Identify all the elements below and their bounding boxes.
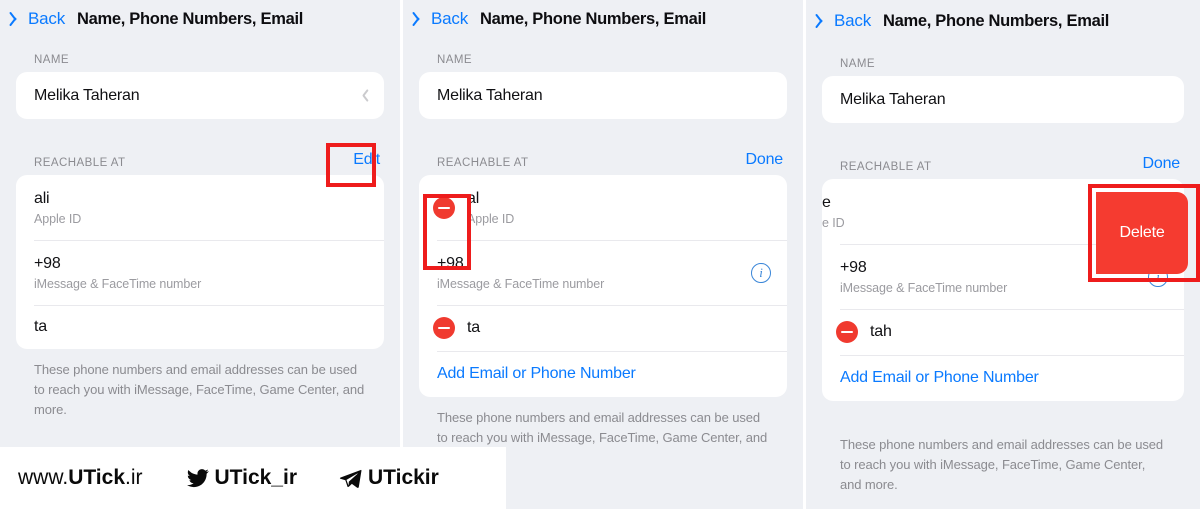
done-button[interactable]: Done [746, 151, 784, 169]
page-title: Name, Phone Numbers, Email [480, 9, 707, 28]
twitter-bird-icon [185, 467, 211, 489]
reachable-row-appleid[interactable]: al Apple ID [419, 175, 787, 240]
remove-minus-icon[interactable] [433, 317, 455, 339]
name-row[interactable]: Melika Taheran [822, 76, 1184, 123]
name-value: Melika Taheran [437, 86, 543, 104]
watermark-website-suffix: .ir [125, 466, 143, 489]
reachable-row-subtitle: iMessage & FaceTime number [34, 276, 202, 291]
name-row[interactable]: Melika Taheran [419, 72, 787, 119]
watermark-twitter: UTick_ir [185, 466, 298, 490]
reachable-row-email-content: ta [467, 318, 771, 337]
watermark-website-brand: UTick [68, 466, 125, 489]
info-icon[interactable]: i [751, 262, 771, 283]
reachable-section-label: REACHABLE AT [437, 157, 529, 169]
add-email-or-phone-row[interactable]: Add Email or Phone Number [822, 355, 1184, 401]
reachable-section-header: REACHABLE AT Done [403, 119, 803, 175]
screenshot-stage: Back Name, Phone Numbers, Email NAME Mel… [0, 0, 1200, 509]
reachable-row-phone-content: +98 iMessage & FaceTime number [437, 254, 751, 290]
back-button-label: Back [834, 11, 871, 30]
chevron-left-icon [818, 12, 829, 30]
back-button[interactable]: Back [818, 11, 871, 31]
back-button[interactable]: Back [12, 9, 65, 29]
remove-minus-icon[interactable] [836, 321, 858, 343]
name-section-label: NAME [840, 58, 876, 70]
reachable-row-subtitle: iMessage & FaceTime number [437, 276, 605, 291]
panel-step-1: Back Name, Phone Numbers, Email NAME Mel… [0, 0, 400, 509]
reachable-row-phone-content: +98 iMessage & FaceTime number [34, 254, 368, 290]
reachable-row-appleid-content: ali Apple ID [34, 189, 368, 225]
reachable-card: ali Apple ID +98 iMessage & FaceTime num… [16, 175, 384, 349]
watermark-telegram-handle: UTickir [368, 466, 439, 489]
navigation-bar: Back Name, Phone Numbers, Email [403, 0, 803, 38]
reachable-row-appleid[interactable]: ali Apple ID [16, 175, 384, 240]
name-row[interactable]: Melika Taheran [16, 72, 384, 119]
reachable-footnote: These phone numbers and email addresses … [34, 362, 365, 417]
name-row-content: Melika Taheran [34, 86, 359, 105]
reachable-row-title: ali [34, 190, 50, 208]
done-button[interactable]: Done [1143, 155, 1181, 173]
reachable-row-title: +98 [437, 255, 464, 273]
delete-button[interactable]: Delete [1096, 192, 1188, 274]
add-email-or-phone-label: Add Email or Phone Number [840, 369, 1039, 386]
reachable-row-phone[interactable]: +98 iMessage & FaceTime number [16, 240, 384, 305]
name-section-label: NAME [34, 54, 70, 66]
watermark-telegram: UTickir [337, 466, 439, 490]
name-section-header: NAME [0, 38, 400, 72]
navigation-bar: Back Name, Phone Numbers, Email [0, 0, 400, 38]
watermark-bar: www. UTick .ir UTick_ir UTickir [0, 447, 506, 509]
add-email-or-phone-row[interactable]: Add Email or Phone Number [419, 351, 787, 397]
remove-minus-icon[interactable] [433, 196, 455, 219]
back-button[interactable]: Back [415, 9, 468, 29]
reachable-row-title: ta [34, 318, 47, 336]
watermark-website-prefix: www. [18, 466, 69, 489]
panel-step-2: Back Name, Phone Numbers, Email NAME Mel… [403, 0, 803, 509]
page-title: Name, Phone Numbers, Email [883, 11, 1110, 30]
back-button-label: Back [28, 9, 65, 28]
name-card: Melika Taheran [419, 72, 787, 119]
reachable-section-label: REACHABLE AT [34, 157, 126, 169]
name-section-header: NAME [403, 38, 803, 72]
chevron-left-icon [415, 10, 426, 28]
add-email-or-phone-label: Add Email or Phone Number [437, 365, 636, 382]
reachable-row-subtitle: iMessage & FaceTime number [840, 280, 1008, 295]
chevron-left-icon [12, 10, 23, 28]
name-value: Melika Taheran [34, 86, 140, 104]
reachable-row-email[interactable]: tah [822, 309, 1184, 355]
navigation-bar: Back Name, Phone Numbers, Email [806, 0, 1200, 42]
name-row-content: Melika Taheran [437, 86, 771, 105]
panel-divider [400, 0, 403, 509]
reachable-row-title: +98 [34, 255, 61, 273]
reachable-card: al Apple ID +98 iMessage & FaceTime numb… [419, 175, 787, 397]
reachable-row-appleid-content: al Apple ID [467, 189, 771, 225]
reachable-row-subtitle: Apple ID [467, 211, 515, 226]
panel-step-3: Back Name, Phone Numbers, Email NAME Mel… [806, 0, 1200, 509]
reachable-row-title: ta [467, 319, 480, 337]
reachable-section-header: REACHABLE AT Edit [0, 119, 400, 175]
watermark-website: www. UTick .ir [18, 466, 143, 490]
watermark-twitter-handle: UTick_ir [214, 466, 298, 489]
reachable-footnote: These phone numbers and email addresses … [840, 437, 1163, 492]
reachable-row-email-content: ta [34, 317, 368, 336]
reachable-row-email[interactable]: ta [419, 305, 787, 351]
chevron-right-icon [359, 88, 368, 103]
telegram-plane-icon [337, 467, 364, 489]
reachable-section-label: REACHABLE AT [840, 161, 932, 173]
page-title: Name, Phone Numbers, Email [77, 9, 304, 28]
reachable-row-title: al [467, 190, 480, 208]
name-value: Melika Taheran [840, 90, 946, 108]
name-card: Melika Taheran [822, 76, 1184, 123]
reachable-row-title: tah [870, 323, 892, 341]
name-card: Melika Taheran [16, 72, 384, 119]
back-button-label: Back [431, 9, 468, 28]
reachable-section-header: REACHABLE AT Done [806, 123, 1200, 179]
reachable-row-subtitle: Apple ID [34, 211, 82, 226]
reachable-row-email[interactable]: ta [16, 305, 384, 349]
edit-button[interactable]: Edit [353, 151, 380, 169]
panel-divider [803, 0, 806, 509]
reachable-row-email-content: tah [870, 322, 1168, 341]
name-section-header: NAME [806, 42, 1200, 76]
name-row-content: Melika Taheran [840, 90, 1168, 109]
name-section-label: NAME [437, 54, 473, 66]
reachable-row-phone[interactable]: +98 iMessage & FaceTime number i [419, 240, 787, 305]
